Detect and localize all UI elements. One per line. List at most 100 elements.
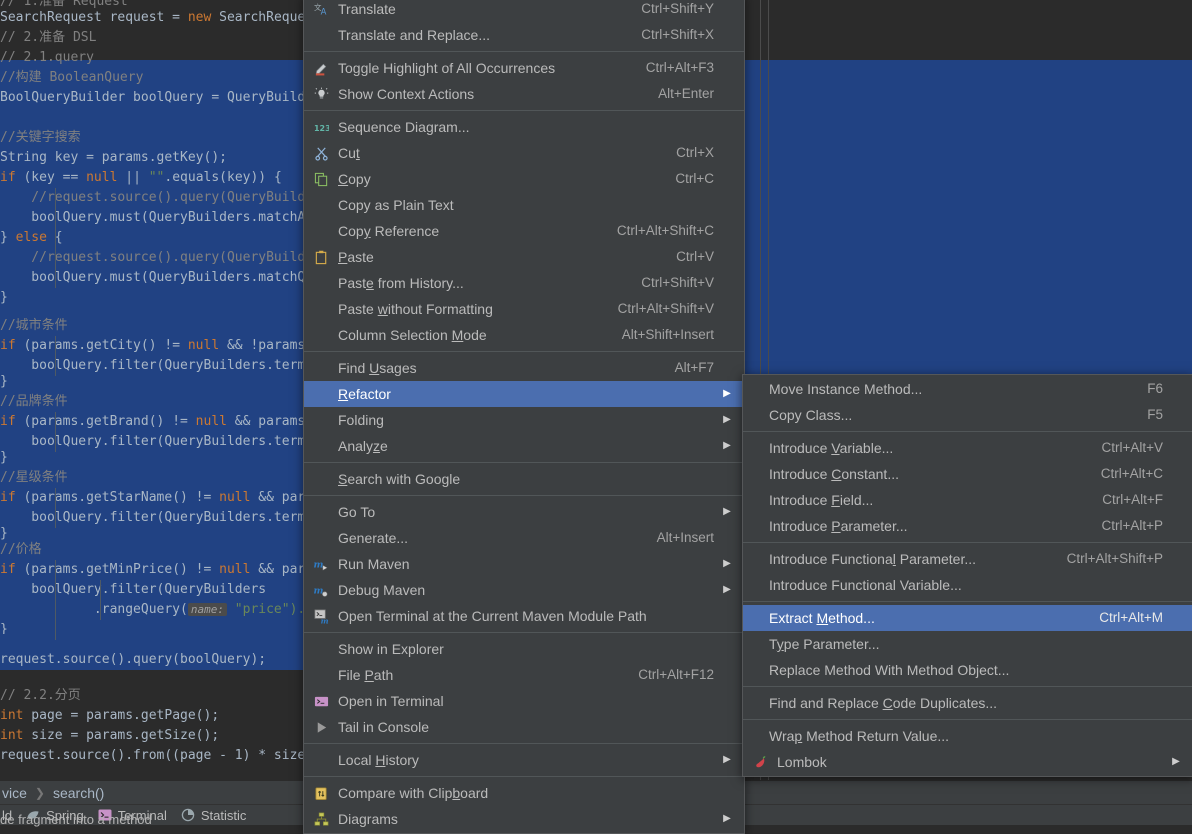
menu-item-copy-class[interactable]: Copy Class... F5 bbox=[743, 402, 1192, 428]
menu-item-type-parameter[interactable]: Type Parameter... bbox=[743, 631, 1192, 657]
menu-item-extract-method[interactable]: Extract Method... Ctrl+Alt+M bbox=[743, 605, 1192, 631]
no-icon bbox=[308, 218, 334, 244]
sequence-123-icon: 123 bbox=[308, 114, 334, 140]
menu-item-local-history[interactable]: Local History ▶ bbox=[304, 747, 744, 773]
menu-item-shortcut: Ctrl+Alt+M bbox=[1099, 610, 1163, 625]
menu-item-shortcut: Alt+Enter bbox=[658, 86, 714, 101]
indent-guide bbox=[55, 336, 56, 376]
menu-item-label: Column Selection Mode bbox=[338, 327, 487, 343]
menu-item-analyze[interactable]: Analyze ▶ bbox=[304, 433, 744, 459]
no-icon bbox=[308, 322, 334, 348]
menu-item-shortcut: Ctrl+Alt+F3 bbox=[645, 60, 714, 75]
menu-separator bbox=[304, 495, 744, 496]
indent-guide bbox=[55, 488, 56, 528]
menu-item-lombok[interactable]: Lombok ▶ bbox=[743, 749, 1192, 775]
menu-item-paste-from-history[interactable]: Paste from History... Ctrl+Shift+V bbox=[304, 270, 744, 296]
menu-item-label: Paste bbox=[338, 249, 374, 265]
menu-item-label: Introduce Functional Parameter... bbox=[769, 551, 977, 567]
menu-item-diagrams[interactable]: Diagrams ▶ bbox=[304, 806, 744, 832]
menu-item-label: Generate... bbox=[338, 530, 409, 546]
status-tip: de fragment into a method bbox=[0, 812, 152, 827]
menu-item-show-context-actions[interactable]: Show Context Actions Alt+Enter bbox=[304, 81, 744, 107]
menu-item-run-maven[interactable]: m Run Maven ▶ bbox=[304, 551, 744, 577]
menu-item-introduce-constant[interactable]: Introduce Constant... Ctrl+Alt+C bbox=[743, 461, 1192, 487]
menu-item-shortcut: Ctrl+C bbox=[675, 171, 714, 186]
menu-item-label: Run Maven bbox=[338, 556, 410, 572]
menu-item-label: Find Usages bbox=[338, 360, 417, 376]
lombok-chili-icon bbox=[747, 749, 773, 775]
menu-item-tail-in-console[interactable]: Tail in Console bbox=[304, 714, 744, 740]
menu-item-copy-as-plain-text[interactable]: Copy as Plain Text bbox=[304, 192, 744, 218]
submenu-arrow-icon: ▶ bbox=[723, 414, 731, 425]
menu-separator bbox=[743, 542, 1192, 543]
menu-item-open-terminal-at-the-current-maven-module-path[interactable]: m Open Terminal at the Current Maven Modu… bbox=[304, 603, 744, 629]
menu-item-compare-with-clipboard[interactable]: Compare with Clipboard bbox=[304, 780, 744, 806]
menu-item-label: Wrap Method Return Value... bbox=[769, 728, 950, 744]
menu-item-introduce-variable[interactable]: Introduce Variable... Ctrl+Alt+V bbox=[743, 435, 1192, 461]
compare-clipboard-icon bbox=[308, 780, 334, 806]
menu-item-shortcut: Alt+Shift+Insert bbox=[621, 327, 714, 342]
cut-scissors-icon bbox=[308, 140, 334, 166]
menu-item-cut[interactable]: Cut Ctrl+X bbox=[304, 140, 744, 166]
svg-text:m: m bbox=[320, 616, 328, 623]
menu-item-label: Copy bbox=[338, 171, 371, 187]
menu-item-label: Cut bbox=[338, 145, 360, 161]
menu-item-label: Analyze bbox=[338, 438, 388, 454]
maven-terminal-icon: m bbox=[308, 603, 334, 629]
menu-item-debug-maven[interactable]: m Debug Maven ▶ bbox=[304, 577, 744, 603]
menu-item-column-selection-mode[interactable]: Column Selection Mode Alt+Shift+Insert bbox=[304, 322, 744, 348]
menu-item-replace-method-with-method-object[interactable]: Replace Method With Method Object... bbox=[743, 657, 1192, 683]
menu-item-label: Find and Replace Code Duplicates... bbox=[769, 695, 998, 711]
menu-item-introduce-parameter[interactable]: Introduce Parameter... Ctrl+Alt+P bbox=[743, 513, 1192, 539]
menu-item-move-instance-method[interactable]: Move Instance Method... F6 bbox=[743, 376, 1192, 402]
menu-separator bbox=[743, 431, 1192, 432]
menu-item-find-usages[interactable]: Find Usages Alt+F7 bbox=[304, 355, 744, 381]
breadcrumb-item-0[interactable]: vice bbox=[0, 785, 29, 801]
maven-debug-icon: m bbox=[308, 577, 334, 603]
submenu-arrow-icon: ▶ bbox=[723, 388, 731, 399]
svg-text:m: m bbox=[314, 559, 324, 570]
indent-guide bbox=[100, 580, 101, 620]
menu-item-copy-reference[interactable]: Copy Reference Ctrl+Alt+Shift+C bbox=[304, 218, 744, 244]
menu-item-show-in-explorer[interactable]: Show in Explorer bbox=[304, 636, 744, 662]
menu-item-shortcut: Ctrl+Alt+C bbox=[1100, 466, 1163, 481]
menu-item-translate[interactable]: 文 A Translate Ctrl+Shift+Y bbox=[304, 0, 744, 22]
copy-icon bbox=[308, 166, 334, 192]
indent-guide bbox=[55, 560, 56, 640]
menu-item-label: Lombok bbox=[777, 754, 827, 770]
terminal-icon bbox=[308, 688, 334, 714]
menu-item-translate-and-replace[interactable]: Translate and Replace... Ctrl+Shift+X bbox=[304, 22, 744, 48]
no-icon bbox=[308, 433, 334, 459]
menu-item-shortcut: Ctrl+X bbox=[676, 145, 714, 160]
context-menu[interactable]: 文 A Translate Ctrl+Shift+Y Translate and Rep… bbox=[303, 0, 745, 834]
menu-separator bbox=[304, 351, 744, 352]
no-icon bbox=[308, 22, 334, 48]
breadcrumb-item-1[interactable]: search() bbox=[51, 785, 106, 801]
selection-block-right bbox=[742, 60, 1192, 375]
menu-item-file-path[interactable]: File Path Ctrl+Alt+F12 bbox=[304, 662, 744, 688]
menu-item-label: Replace Method With Method Object... bbox=[769, 662, 1010, 678]
menu-item-search-with-google[interactable]: Search with Google bbox=[304, 466, 744, 492]
menu-item-label: Compare with Clipboard bbox=[338, 785, 489, 801]
menu-item-label: Sequence Diagram... bbox=[338, 119, 470, 135]
menu-item-refactor[interactable]: Refactor ▶ bbox=[304, 381, 744, 407]
menu-item-label: Translate and Replace... bbox=[338, 27, 491, 43]
menu-item-label: Local History bbox=[338, 752, 419, 768]
menu-item-toggle-highlight-of-all-occurrences[interactable]: Toggle Highlight of All Occurrences Ctrl+… bbox=[304, 55, 744, 81]
menu-item-folding[interactable]: Folding ▶ bbox=[304, 407, 744, 433]
menu-item-paste-without-formatting[interactable]: Paste without Formatting Ctrl+Alt+Shift+V bbox=[304, 296, 744, 322]
menu-item-open-in-terminal[interactable]: Open in Terminal bbox=[304, 688, 744, 714]
menu-item-introduce-functional-variable[interactable]: Introduce Functional Variable... bbox=[743, 572, 1192, 598]
menu-item-go-to[interactable]: Go To ▶ bbox=[304, 499, 744, 525]
menu-item-paste[interactable]: Paste Ctrl+V bbox=[304, 244, 744, 270]
menu-item-label: Introduce Variable... bbox=[769, 440, 894, 456]
menu-item-find-and-replace-code-duplicates[interactable]: Find and Replace Code Duplicates... bbox=[743, 690, 1192, 716]
menu-item-shortcut: Ctrl+Alt+Shift+P bbox=[1066, 551, 1163, 566]
menu-item-generate[interactable]: Generate... Alt+Insert bbox=[304, 525, 744, 551]
menu-item-introduce-field[interactable]: Introduce Field... Ctrl+Alt+F bbox=[743, 487, 1192, 513]
refactor-submenu[interactable]: Move Instance Method... F6 Copy Class... F5… bbox=[742, 374, 1192, 777]
menu-item-introduce-functional-parameter[interactable]: Introduce Functional Parameter... Ctrl+Al… bbox=[743, 546, 1192, 572]
menu-item-copy[interactable]: Copy Ctrl+C bbox=[304, 166, 744, 192]
menu-item-wrap-method-return-value[interactable]: Wrap Method Return Value... bbox=[743, 723, 1192, 749]
menu-item-sequence-diagram[interactable]: 123 Sequence Diagram... bbox=[304, 114, 744, 140]
